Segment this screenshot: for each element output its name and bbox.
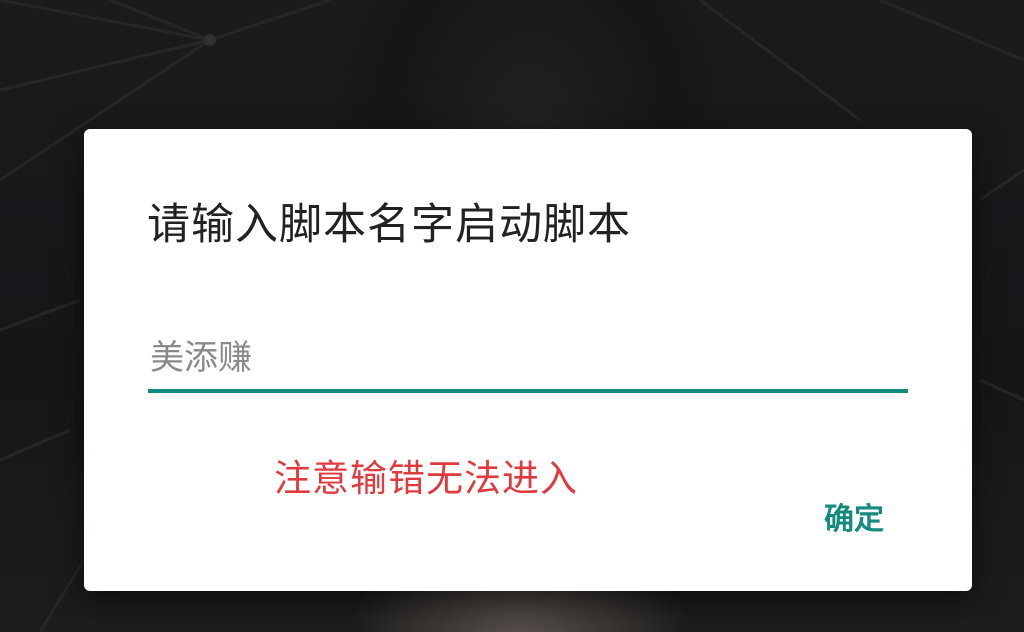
script-name-input[interactable] <box>148 329 908 387</box>
script-name-field <box>148 329 908 393</box>
warning-text: 注意输错无法进入 <box>274 457 578 500</box>
dialog-title: 请输入脚本名字启动脚本 <box>147 200 631 250</box>
confirm-button[interactable]: 确定 <box>804 491 904 541</box>
script-name-dialog: 请输入脚本名字启动脚本 注意输错无法进入 确定 <box>84 129 972 591</box>
input-underline <box>148 389 908 393</box>
